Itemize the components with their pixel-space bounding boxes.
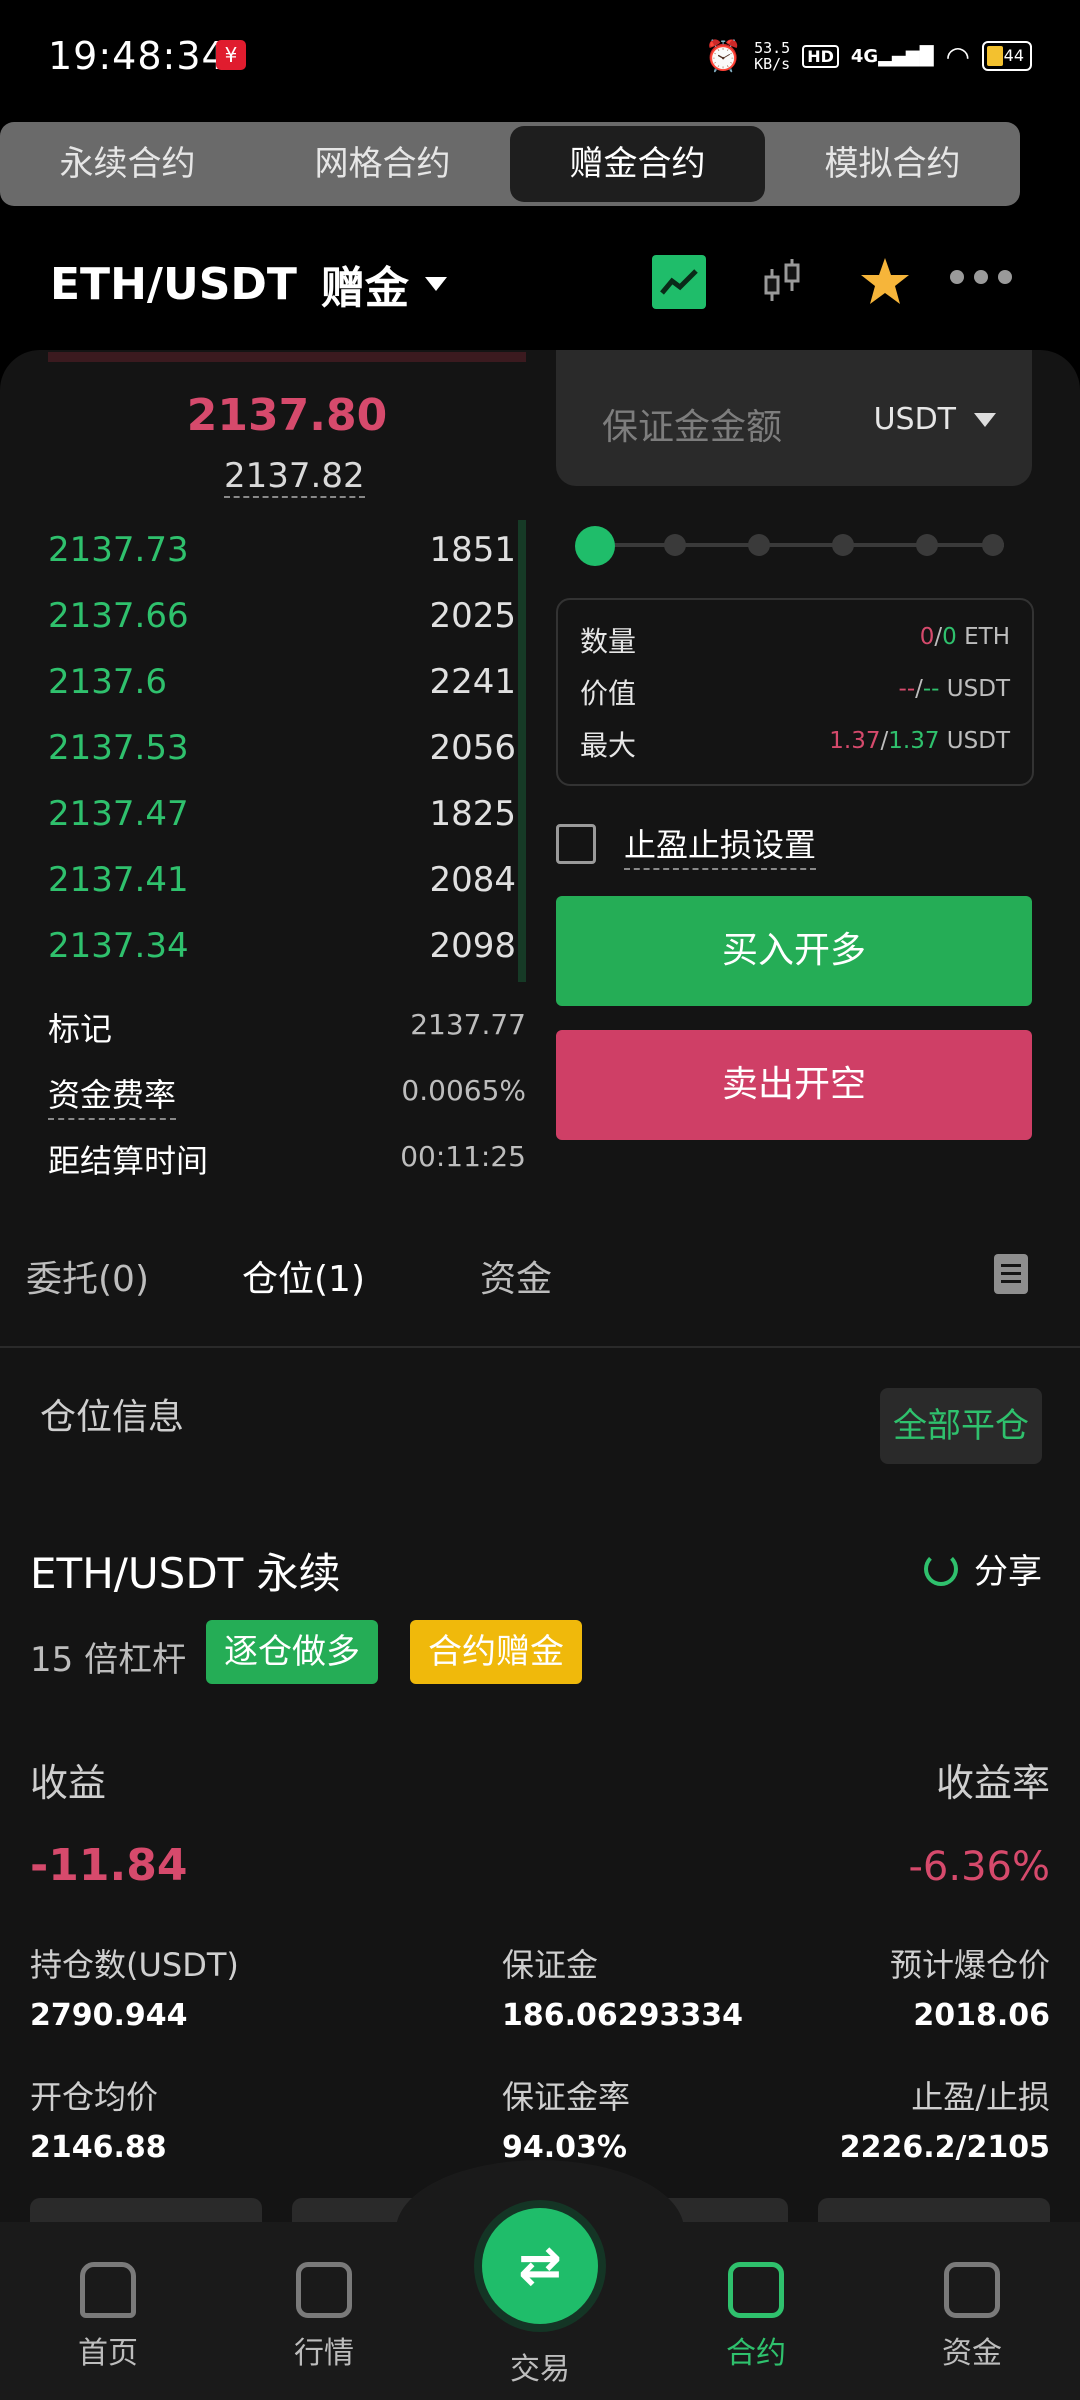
tab-perpetual[interactable]: 永续合约 [0,122,255,206]
nav-funds[interactable]: 资金 [912,2262,1032,2372]
orderbook-row[interactable]: 2137.6 2241 [48,652,526,718]
size-label: 持仓数(USDT) [30,1946,239,1984]
value-row: 价值 --/-- USDT [580,676,1010,710]
pair-mode: 赠金 [320,263,409,314]
settlement-time-row: 距结算时间 00:11:25 [48,1140,526,1180]
leverage-slider[interactable] [575,524,1004,566]
tpsl-position-label: 止盈/止损 [911,2078,1050,2116]
sell-short-button[interactable]: 卖出开空 [556,1030,1032,1140]
signal-icon: 4G▂▄▆█ [850,45,934,67]
nav-home[interactable]: 首页 [48,2262,168,2372]
tpsl-checkbox[interactable] [556,824,596,864]
chevron-down-icon [424,277,447,291]
share-button[interactable]: 分享 [924,1544,1042,1593]
max-row: 最大 1.37/1.37 USDT [580,728,1010,762]
bonus-badge: 合约赠金 [410,1620,582,1684]
tab-demo[interactable]: 模拟合约 [765,122,1020,206]
wifi-icon: ◠ [945,39,970,73]
nav-trade-label[interactable]: 交易 [480,2344,600,2388]
slider-step[interactable] [916,534,938,556]
pnl-label: 收益 [30,1761,107,1805]
margin-unit-select[interactable]: USDT [874,402,996,437]
tab-funds[interactable]: 资金 [480,1250,552,1302]
contract-icon [728,2262,784,2318]
margin-placeholder: 保证金金额 [602,407,783,448]
orderbook-row[interactable]: 2137.66 2025 [48,586,526,652]
margin-label: 保证金 [502,1946,599,1984]
slider-handle[interactable] [575,526,615,566]
line-chart-icon[interactable] [652,255,706,309]
buy-long-button[interactable]: 买入开多 [556,896,1032,1006]
tab-positions[interactable]: 仓位(1) [242,1250,365,1302]
more-icon[interactable] [950,270,1012,284]
slider-step[interactable] [832,534,854,556]
quantity-row: 数量 0/0 ETH [580,624,1010,658]
orderbook-row[interactable]: 2137.34 2098 [48,916,526,982]
entry-label: 开仓均价 [30,2078,159,2116]
margin-value: 186.06293334 [502,1998,744,2033]
nav-contract[interactable]: 合约 [696,2262,816,2372]
home-icon [80,2262,136,2318]
liq-label: 预计爆仓价 [889,1946,1050,1984]
tpsl-position-value: 2226.2/2105 [839,2130,1050,2165]
margin-amount-input[interactable]: 保证金金额 USDT [556,350,1032,486]
pnl-value: -11.84 [30,1840,188,1891]
slider-step[interactable] [748,534,770,556]
nav-market[interactable]: 行情 [264,2262,384,2372]
pair-selector[interactable]: ETH/USDT 赠金 [50,252,447,316]
position-info-title: 仓位信息 [40,1397,185,1438]
slider-step[interactable] [982,534,1004,556]
status-bar: 19:48:34 ¥ ⏰ 53.5 KB/s HD 4G▂▄▆█ ◠ 44 [0,0,1080,110]
net-speed: 53.5 KB/s [754,39,791,73]
orderbook-row[interactable]: 2137.47 1825 [48,784,526,850]
divider [0,1346,1080,1348]
hd-icon: HD [802,44,839,68]
close-all-button[interactable]: 全部平仓 [880,1388,1042,1464]
mark-price-row: 标记 2137.77 [48,1008,526,1048]
tab-grid[interactable]: 网格合约 [255,122,510,206]
orderbook-row[interactable]: 2137.41 2084 [48,850,526,916]
star-icon[interactable] [858,255,912,309]
market-icon [296,2262,352,2318]
tab-orders[interactable]: 委托(0) [26,1250,149,1302]
leverage-label: 15 倍杠杆 [30,1640,187,1680]
list-icon[interactable] [994,1254,1028,1294]
mark-price[interactable]: 2137.82 [224,456,365,498]
slider-step[interactable] [664,534,686,556]
funding-rate-row[interactable]: 资金费率 0.0065% [48,1070,526,1130]
share-icon [924,1551,958,1586]
chevron-down-icon [974,412,996,427]
position-title: ETH/USDT 永续 [30,1549,341,1598]
battery-icon: 44 [982,41,1032,71]
orderbook-row[interactable]: 2137.73 1851 [48,520,526,586]
order-summary-box: 数量 0/0 ETH 价值 --/-- USDT 最大 1.37/1.37 US… [556,598,1034,786]
wallet-icon [944,2262,1000,2318]
status-time: 19:48:34 [48,34,227,78]
orderbook-bids: 2137.73 1851 2137.66 2025 2137.6 2241 2137.… [48,520,526,982]
tab-bonus[interactable]: 赠金合约 [510,126,765,202]
liq-value: 2018.06 [913,1998,1050,2033]
ask-depth-bar [48,352,526,362]
candlestick-icon[interactable] [756,255,810,309]
tpsl-label[interactable]: 止盈止损设置 [624,820,817,870]
pair-name: ETH/USDT [50,258,297,310]
alarm-icon: ⏰ [704,38,743,74]
margin-ratio-label: 保证金率 [502,2078,631,2116]
isolated-long-badge: 逐仓做多 [206,1620,378,1684]
status-right: ⏰ 53.5 KB/s HD 4G▂▄▆█ ◠ 44 [705,36,1032,76]
size-value: 2790.944 [30,1998,188,2033]
entry-value: 2146.88 [30,2130,167,2165]
trade-icon[interactable]: ⇄ [482,2208,598,2324]
roe-value: -6.36% [908,1844,1050,1890]
last-price: 2137.80 [186,390,388,441]
contract-tabs: 永续合约 网格合约 赠金合约 模拟合约 [0,122,1020,206]
roe-label: 收益率 [935,1761,1050,1805]
app-notification-icon: ¥ [216,40,246,70]
orderbook-row[interactable]: 2137.53 2056 [48,718,526,784]
